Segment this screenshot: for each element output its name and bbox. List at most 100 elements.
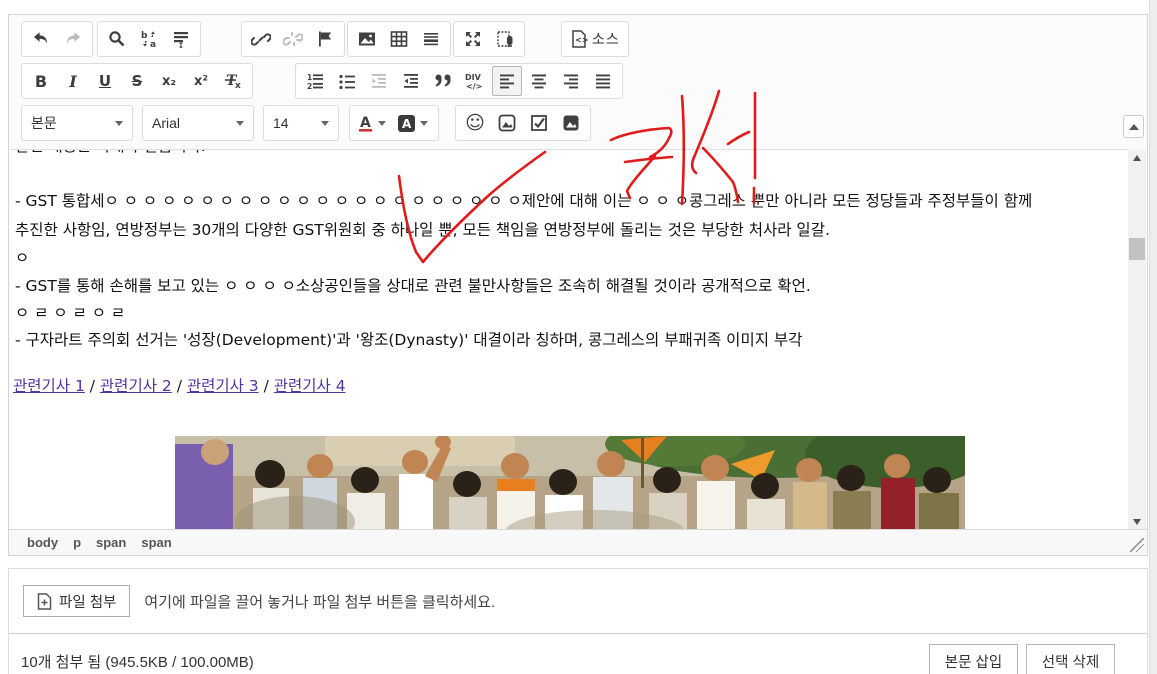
toolbar-group-find: ba [97, 21, 201, 57]
delete-selected-button[interactable]: 선택 삭제 [1026, 644, 1115, 674]
indent-icon[interactable] [396, 66, 426, 96]
align-left-icon[interactable] [492, 66, 522, 96]
bulleted-list-icon[interactable] [332, 66, 362, 96]
source-button-label: 소스 [592, 29, 620, 49]
select-all-icon[interactable] [166, 24, 196, 54]
svg-text:x: x [235, 81, 241, 91]
attach-file-button-label: 파일 첨부 [59, 591, 116, 612]
toolbar-group-view [453, 21, 525, 57]
smiley-icon[interactable]: ☺ [460, 108, 490, 138]
svg-text:</>: </> [466, 82, 482, 91]
insert-to-body-button[interactable]: 본문 삽입 [929, 644, 1018, 674]
remove-format-icon[interactable]: Tx [218, 66, 248, 96]
toolbar-group-links [241, 21, 345, 57]
checkbox-icon[interactable] [524, 108, 554, 138]
align-center-icon[interactable] [524, 66, 554, 96]
paragraph-format-value: 본문 [31, 113, 57, 133]
related-links: 관련기사 1 / 관련기사 2 / 관련기사 3 / 관련기사 4 [13, 374, 346, 396]
replace-icon[interactable]: ba [134, 24, 164, 54]
element-path-span1[interactable]: span [96, 535, 126, 550]
content-line: 발언 내용은 아래와 같습니다.ㅇ ㅇ ㅇ ㅇ ㅇ ㅇ ㅇ ㅇ [15, 149, 354, 156]
attachment-panel: 파일 첨부 여기에 파일을 끌어 놓거나 파일 첨부 버튼을 클릭하세요. 10… [8, 568, 1148, 674]
scroll-up-button[interactable] [1128, 150, 1146, 166]
numbered-list-icon[interactable]: 12 [300, 66, 330, 96]
blockquote-icon[interactable] [428, 66, 458, 96]
article-photo[interactable] [175, 436, 965, 530]
background-color-icon[interactable]: A [394, 108, 434, 138]
font-size-value: 14 [273, 115, 289, 131]
chevron-down-icon [236, 121, 244, 126]
svg-text:a: a [150, 40, 156, 49]
source-button[interactable]: <> 소스 [566, 24, 624, 54]
chevron-down-icon [321, 121, 329, 126]
chevron-up-icon [1129, 124, 1139, 130]
bold-icon[interactable]: B [26, 66, 56, 96]
strikethrough-icon[interactable]: S [122, 66, 152, 96]
attach-file-button[interactable]: 파일 첨부 [23, 585, 130, 617]
rich-text-editor: ba [8, 14, 1148, 556]
related-article-link-1[interactable]: 관련기사 1 [13, 377, 85, 395]
superscript-icon[interactable]: x² [186, 66, 216, 96]
attachment-status-text: 10개 첨부 됨 (945.5KB / 100.00MB) [21, 651, 254, 672]
outdent-icon[interactable] [364, 66, 394, 96]
file-plus-icon [37, 593, 52, 610]
toolbar-group-source: <> 소스 [561, 21, 629, 57]
font-size-select[interactable]: 14 [263, 105, 339, 141]
maximize-icon[interactable] [458, 24, 488, 54]
toolbar-group-insert [347, 21, 451, 57]
svg-text:DIV: DIV [465, 73, 482, 82]
align-right-icon[interactable] [556, 66, 586, 96]
photo-dark-icon[interactable] [556, 108, 586, 138]
table-icon[interactable] [384, 24, 414, 54]
editor-toolbar: ba [9, 15, 1147, 149]
attachment-dropzone[interactable]: 파일 첨부 여기에 파일을 끌어 놓거나 파일 첨부 버튼을 클릭하세요. [9, 569, 1147, 633]
page-scrollbar-strip[interactable] [1149, 0, 1157, 674]
attachment-hint-text: 여기에 파일을 끌어 놓거나 파일 첨부 버튼을 클릭하세요. [144, 591, 495, 612]
undo-icon[interactable] [26, 24, 56, 54]
collapse-toolbar-button[interactable] [1123, 115, 1144, 138]
toolbar-group-paragraph: 12 DIV</> [295, 63, 623, 99]
content-line: - 구자라트 주의회 선거는 '성장(Development)'과 '왕조(Dy… [15, 330, 802, 350]
div-container-icon[interactable]: DIV</> [460, 66, 490, 96]
related-article-link-4[interactable]: 관련기사 4 [274, 377, 346, 395]
subscript-icon[interactable]: x₂ [154, 66, 184, 96]
align-justify-icon[interactable] [588, 66, 618, 96]
element-path-p[interactable]: p [73, 535, 81, 550]
horizontal-line-icon[interactable] [416, 24, 446, 54]
italic-icon[interactable]: I [58, 66, 88, 96]
text-color-icon[interactable]: A [354, 108, 392, 138]
scroll-down-button[interactable] [1128, 514, 1146, 530]
redo-icon[interactable] [58, 24, 88, 54]
font-select[interactable]: Arial [142, 105, 254, 141]
svg-text:A: A [360, 115, 371, 131]
element-path-span2[interactable]: span [141, 535, 171, 550]
unlink-icon[interactable] [278, 24, 308, 54]
scrollbar-thumb[interactable] [1129, 238, 1145, 260]
arrow-down-icon [1133, 519, 1141, 525]
show-blocks-icon[interactable] [490, 24, 520, 54]
toolbar-group-colors: A A [349, 105, 439, 141]
image-icon[interactable] [352, 24, 382, 54]
paragraph-format-select[interactable]: 본문 [21, 105, 133, 141]
related-article-link-3[interactable]: 관련기사 3 [187, 377, 259, 395]
element-path-body[interactable]: body [27, 535, 58, 550]
content-scrollbar[interactable] [1128, 150, 1146, 530]
photo-icon[interactable] [492, 108, 522, 138]
underline-icon[interactable]: U [90, 66, 120, 96]
related-article-link-2[interactable]: 관련기사 2 [100, 377, 172, 395]
svg-text:b: b [141, 31, 148, 41]
toolbar-group-extras: ☺ [455, 105, 591, 141]
page: ba [0, 0, 1157, 674]
chevron-down-icon [115, 121, 123, 126]
content-line: - GST 통합세ㅇ ㅇ ㅇ ㅇ ㅇ ㅇ ㅇ ㅇ ㅇ ㅇ ㅇ ㅇ ㅇ ㅇ ㅇ ㅇ… [15, 191, 1032, 211]
link-icon[interactable] [246, 24, 276, 54]
editor-content-area[interactable]: 발언 내용은 아래와 같습니다.ㅇ ㅇ ㅇ ㅇ ㅇ ㅇ ㅇ ㅇ - GST 통합… [10, 149, 1128, 530]
find-icon[interactable] [102, 24, 132, 54]
svg-text:A: A [402, 117, 412, 131]
svg-text:1: 1 [307, 73, 312, 82]
anchor-flag-icon[interactable] [310, 24, 340, 54]
resize-grip[interactable] [1130, 538, 1144, 552]
attachment-status-bar: 10개 첨부 됨 (945.5KB / 100.00MB) 본문 삽입 선택 삭… [9, 633, 1147, 674]
content-line: - GST를 통해 손해를 보고 있는 ㅇ ㅇ ㅇ ㅇ소상공인들을 상대로 관련… [15, 276, 811, 296]
toolbar-group-history [21, 21, 93, 57]
